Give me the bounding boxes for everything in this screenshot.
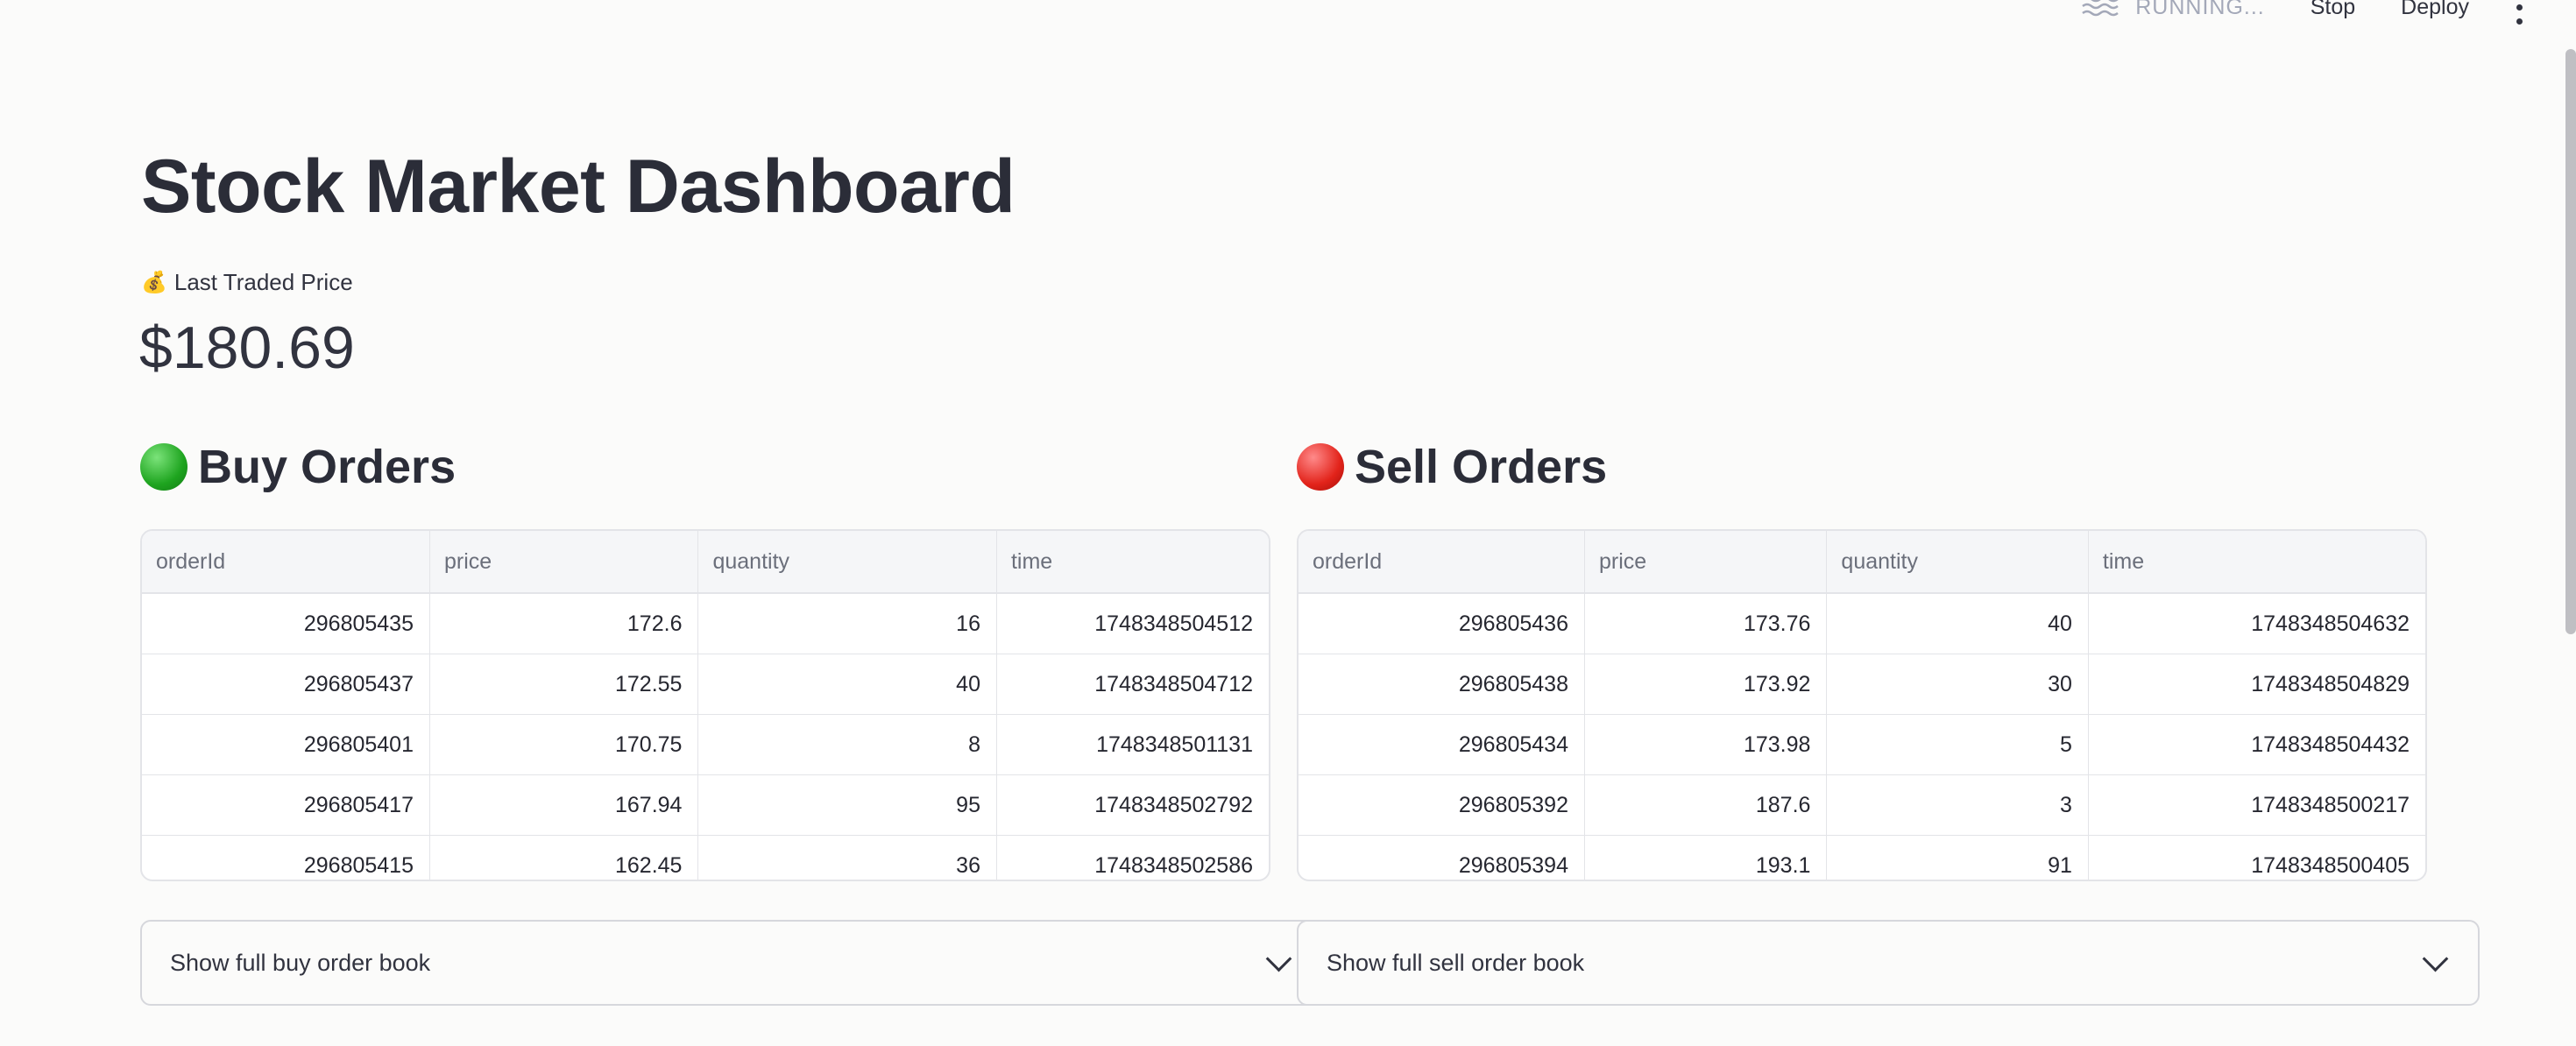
page-scrollbar[interactable]: [2565, 49, 2576, 634]
column-header-quantity[interactable]: quantity: [697, 531, 997, 594]
status-label: RUNNING...: [2135, 0, 2265, 19]
cell-orderid[interactable]: 296805436: [1299, 593, 1585, 654]
column-header-price[interactable]: price: [1584, 531, 1828, 594]
sell-orders-title: Sell Orders: [1355, 441, 1608, 493]
cell-time[interactable]: 1748348502792: [996, 774, 1269, 836]
cell-orderid[interactable]: 296805392: [1299, 774, 1585, 836]
table-row[interactable]: 296805417 167.94 95 1748348502792: [142, 774, 1269, 836]
table-row[interactable]: 296805415 162.45 36 1748348502586: [142, 835, 1269, 880]
running-status: RUNNING...: [2081, 0, 2265, 20]
cell-quantity[interactable]: 36: [697, 835, 997, 880]
deploy-button[interactable]: Deploy: [2401, 0, 2469, 20]
chevron-down-icon: [2422, 945, 2449, 972]
table-header-row: orderId price quantity time: [1299, 531, 2425, 594]
cell-orderid[interactable]: 296805435: [142, 593, 430, 654]
cell-orderid[interactable]: 296805417: [142, 774, 430, 836]
cell-price[interactable]: 173.76: [1584, 593, 1828, 654]
metric-value: $180.69: [139, 315, 355, 381]
table-row[interactable]: 296805434 173.98 5 1748348504432: [1299, 714, 2425, 775]
cell-quantity[interactable]: 8: [697, 714, 997, 775]
cell-orderid[interactable]: 296805401: [142, 714, 430, 775]
cell-price[interactable]: 173.92: [1584, 654, 1828, 715]
sell-order-book-expander[interactable]: Show full sell order book: [1297, 920, 2480, 1006]
cell-time[interactable]: 1748348504632: [2088, 593, 2425, 654]
buy-orders-title: Buy Orders: [198, 441, 456, 493]
buy-orders-heading: Buy Orders: [140, 440, 456, 494]
column-header-price[interactable]: price: [429, 531, 699, 594]
cell-orderid[interactable]: 296805438: [1299, 654, 1585, 715]
cell-quantity[interactable]: 91: [1826, 835, 2089, 880]
sell-orders-table[interactable]: orderId price quantity time 296805436 173…: [1297, 529, 2427, 881]
cell-time[interactable]: 1748348501131: [996, 714, 1269, 775]
cell-time[interactable]: 1748348504712: [996, 654, 1269, 715]
table-row[interactable]: 296805401 170.75 8 1748348501131: [142, 714, 1269, 775]
cell-quantity[interactable]: 3: [1826, 774, 2089, 836]
app-toolbar: RUNNING... Stop Deploy: [2081, 0, 2523, 26]
cell-quantity[interactable]: 5: [1826, 714, 2089, 775]
cell-price[interactable]: 172.55: [429, 654, 699, 715]
table-header-row: orderId price quantity time: [142, 531, 1269, 594]
table-row[interactable]: 296805438 173.92 30 1748348504829: [1299, 654, 2425, 715]
cell-price[interactable]: 170.75: [429, 714, 699, 775]
cell-quantity[interactable]: 30: [1826, 654, 2089, 715]
column-header-time[interactable]: time: [2088, 531, 2425, 594]
cell-orderid[interactable]: 296805434: [1299, 714, 1585, 775]
cell-time[interactable]: 1748348504432: [2088, 714, 2425, 775]
cell-quantity[interactable]: 40: [1826, 593, 2089, 654]
green-circle-icon: [140, 443, 188, 491]
column-header-orderid[interactable]: orderId: [1299, 531, 1585, 594]
money-bag-icon: 💰: [141, 271, 167, 294]
cell-time[interactable]: 1748348500217: [2088, 774, 2425, 836]
cell-time[interactable]: 1748348500405: [2088, 835, 2425, 880]
table-row[interactable]: 296805435 172.6 16 1748348504512: [142, 593, 1269, 654]
kebab-menu-icon[interactable]: [2515, 0, 2523, 25]
red-circle-icon: [1297, 443, 1344, 491]
expander-label: Show full sell order book: [1327, 949, 1585, 976]
cell-orderid[interactable]: 296805437: [142, 654, 430, 715]
cell-quantity[interactable]: 40: [697, 654, 997, 715]
chevron-down-icon: [1265, 945, 1292, 972]
cell-orderid[interactable]: 296805394: [1299, 835, 1585, 880]
cell-quantity[interactable]: 95: [697, 774, 997, 836]
cell-price[interactable]: 187.6: [1584, 774, 1828, 836]
cell-quantity[interactable]: 16: [697, 593, 997, 654]
cell-time[interactable]: 1748348504512: [996, 593, 1269, 654]
table-row[interactable]: 296805392 187.6 3 1748348500217: [1299, 774, 2425, 836]
expander-label: Show full buy order book: [170, 949, 431, 976]
cell-time[interactable]: 1748348504829: [2088, 654, 2425, 715]
cell-price[interactable]: 162.45: [429, 835, 699, 880]
cell-price[interactable]: 167.94: [429, 774, 699, 836]
column-header-orderid[interactable]: orderId: [142, 531, 430, 594]
table-row[interactable]: 296805394 193.1 91 1748348500405: [1299, 835, 2425, 880]
page-title: Stock Market Dashboard: [141, 145, 1016, 229]
sell-orders-heading: Sell Orders: [1297, 440, 1607, 494]
metric-label: 💰 Last Traded Price: [141, 269, 353, 296]
table-row[interactable]: 296805437 172.55 40 1748348504712: [142, 654, 1269, 715]
buy-orders-table[interactable]: orderId price quantity time 296805435 172…: [140, 529, 1270, 881]
cell-time[interactable]: 1748348502586: [996, 835, 1269, 880]
cell-price[interactable]: 172.6: [429, 593, 699, 654]
column-header-quantity[interactable]: quantity: [1826, 531, 2089, 594]
buy-order-book-expander[interactable]: Show full buy order book: [140, 920, 1323, 1006]
running-waves-icon: [2082, 0, 2120, 17]
table-row[interactable]: 296805436 173.76 40 1748348504632: [1299, 593, 2425, 654]
cell-orderid[interactable]: 296805415: [142, 835, 430, 880]
metric-label-text: Last Traded Price: [173, 269, 353, 295]
cell-price[interactable]: 173.98: [1584, 714, 1828, 775]
cell-price[interactable]: 193.1: [1584, 835, 1828, 880]
column-header-time[interactable]: time: [996, 531, 1269, 594]
stop-button[interactable]: Stop: [2311, 0, 2355, 20]
